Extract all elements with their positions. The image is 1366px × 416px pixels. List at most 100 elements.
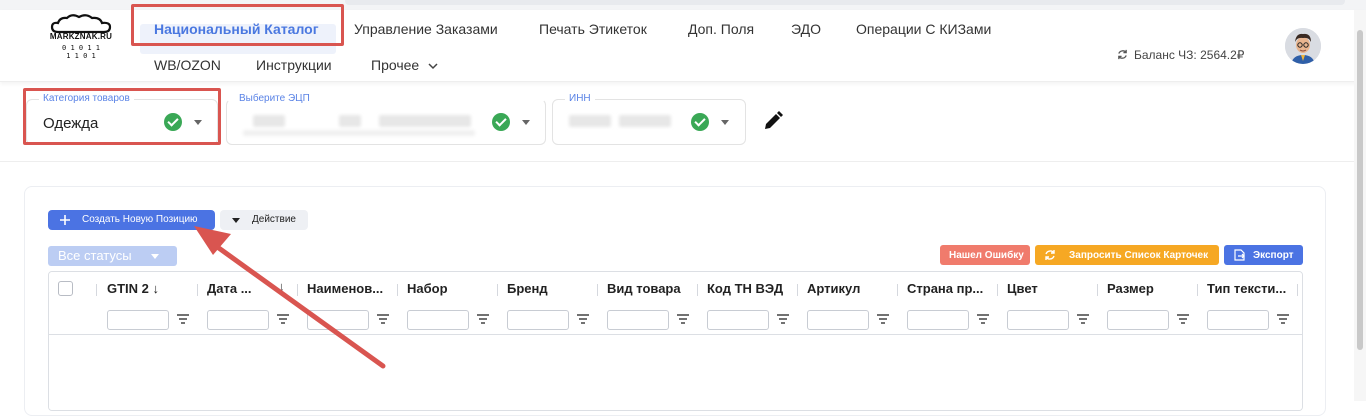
filter-icon[interactable]	[677, 314, 689, 324]
column-filter-input[interactable]	[707, 310, 769, 330]
nav-item-orders[interactable]: Управление Заказами	[354, 21, 498, 37]
column-filter-input[interactable]	[607, 310, 669, 330]
column-separator	[297, 284, 298, 296]
status-filter-select[interactable]: Все статусы	[48, 246, 177, 266]
top-bar	[345, 0, 1345, 5]
balance[interactable]: Баланс ЧЗ: 2564.2₽	[1117, 48, 1244, 62]
nav-item-extra-fields[interactable]: Доп. Поля	[688, 21, 754, 37]
column-header-set[interactable]: Набор	[407, 281, 491, 296]
column-header-textile-type[interactable]: Тип тексти...	[1207, 281, 1293, 296]
filter-icon[interactable]	[1077, 314, 1089, 324]
export-button[interactable]: Экспорт	[1224, 245, 1303, 265]
filter-icon[interactable]	[977, 314, 989, 324]
column-filter-input[interactable]	[1107, 310, 1169, 330]
request-cards-button[interactable]: Запросить Список Карточек	[1035, 245, 1219, 265]
column-filter-input[interactable]	[807, 310, 869, 330]
pencil-icon[interactable]	[762, 110, 784, 132]
filter-icon[interactable]	[377, 314, 389, 324]
nav-item-other[interactable]: Прочее	[371, 57, 438, 73]
plus-icon	[60, 215, 70, 225]
filter-icon[interactable]	[1177, 314, 1189, 324]
filter-icon[interactable]	[177, 314, 189, 324]
nav-item-kiz-operations[interactable]: Операции С КИЗами	[856, 21, 991, 37]
create-position-button[interactable]: Создать Новую Позицию	[48, 210, 215, 230]
caret-down-icon	[151, 254, 159, 259]
annotation-box-nav	[131, 4, 344, 46]
catalog-table: GTIN 2 ↓ Дата ... ↓ Наименов... Набор Бр…	[48, 271, 1303, 411]
logo-bits: 0 1 0 1 1 1 1 0 1	[62, 44, 100, 60]
column-filter-input[interactable]	[907, 310, 969, 330]
column-header-size[interactable]: Размер	[1107, 281, 1191, 296]
column-header-gtin-label: GTIN 2	[107, 281, 149, 296]
request-cards-label: Запросить Список Карточек	[1069, 250, 1209, 261]
column-header-color[interactable]: Цвет	[1007, 281, 1091, 296]
filter-icon[interactable]	[877, 314, 889, 324]
column-separator	[1297, 284, 1298, 296]
filter-icon[interactable]	[477, 314, 489, 324]
status-filter-label: Все статусы	[58, 248, 132, 263]
page-scrollbar[interactable]	[1354, 10, 1366, 401]
redacted-signature	[243, 130, 475, 136]
column-filter-input[interactable]	[307, 310, 369, 330]
column-filter-input[interactable]	[107, 310, 169, 330]
column-header-article[interactable]: Артикул	[807, 281, 891, 296]
column-separator	[897, 284, 898, 296]
filter-icon[interactable]	[1277, 314, 1289, 324]
caret-down-icon	[522, 120, 530, 125]
report-error-button[interactable]: Нашел Ошибку	[940, 245, 1030, 265]
column-header-product-type[interactable]: Вид товара	[607, 281, 691, 296]
table-body	[49, 335, 1302, 410]
inn-select[interactable]: ИНН	[552, 93, 746, 145]
nav-item-other-label: Прочее	[371, 57, 420, 73]
nav-item-label-print[interactable]: Печать Этикеток	[539, 21, 647, 37]
column-filter-input[interactable]	[507, 310, 569, 330]
inn-label: ИНН	[565, 93, 595, 104]
column-separator	[697, 284, 698, 296]
check-icon	[492, 113, 510, 131]
create-position-label: Создать Новую Позицию	[82, 214, 198, 225]
column-separator	[597, 284, 598, 296]
filter-icon[interactable]	[277, 314, 289, 324]
action-button[interactable]: Действие	[220, 210, 308, 230]
column-filter-input[interactable]	[1007, 310, 1069, 330]
select-all-checkbox[interactable]	[58, 281, 73, 296]
table-header: GTIN 2 ↓ Дата ... ↓ Наименов... Набор Бр…	[49, 272, 1302, 335]
redacted-inn	[569, 115, 611, 127]
signature-label: Выберите ЭЦП	[235, 93, 314, 104]
column-filter-input[interactable]	[1207, 310, 1269, 330]
avatar[interactable]	[1285, 28, 1321, 64]
column-header-country[interactable]: Страна пр...	[907, 281, 991, 296]
redacted-signature	[253, 115, 285, 127]
cloud-logo-icon	[50, 14, 112, 34]
balance-text: Баланс ЧЗ: 2564.2₽	[1134, 48, 1245, 62]
redacted-inn	[619, 115, 671, 127]
report-error-label: Нашел Ошибку	[949, 250, 1024, 261]
column-separator	[197, 284, 198, 296]
nav-item-edo[interactable]: ЭДО	[791, 21, 821, 37]
signature-select[interactable]: Выберите ЭЦП	[226, 93, 546, 145]
filter-icon[interactable]	[577, 314, 589, 324]
column-filter-input[interactable]	[207, 310, 269, 330]
column-separator	[1197, 284, 1198, 296]
divider	[0, 161, 1354, 162]
chevron-down-icon	[428, 63, 438, 70]
column-header-tnved[interactable]: Код ТН ВЭД	[707, 281, 793, 296]
column-header-date-label: Дата ...	[207, 281, 252, 296]
sync-icon	[1045, 250, 1055, 260]
caret-down-icon	[721, 120, 729, 125]
sort-desc-icon: ↓	[152, 281, 160, 296]
avatar-image	[1285, 28, 1321, 64]
nav-item-wb-ozon[interactable]: WB/OZON	[154, 57, 221, 73]
logo[interactable]: MARKZNAK.RU 0 1 0 1 1 1 1 0 1	[48, 14, 114, 66]
column-header-brand[interactable]: Бренд	[507, 281, 591, 296]
caret-down-icon	[232, 218, 240, 223]
column-filter-input[interactable]	[407, 310, 469, 330]
column-header-name[interactable]: Наименов...	[307, 281, 391, 296]
redacted-signature	[339, 115, 361, 127]
scrollbar-thumb[interactable]	[1357, 30, 1363, 350]
column-separator	[96, 284, 97, 296]
nav-item-instructions[interactable]: Инструкции	[256, 57, 332, 73]
filter-icon[interactable]	[777, 314, 789, 324]
column-separator	[797, 284, 798, 296]
column-header-gtin[interactable]: GTIN 2 ↓	[107, 281, 191, 296]
